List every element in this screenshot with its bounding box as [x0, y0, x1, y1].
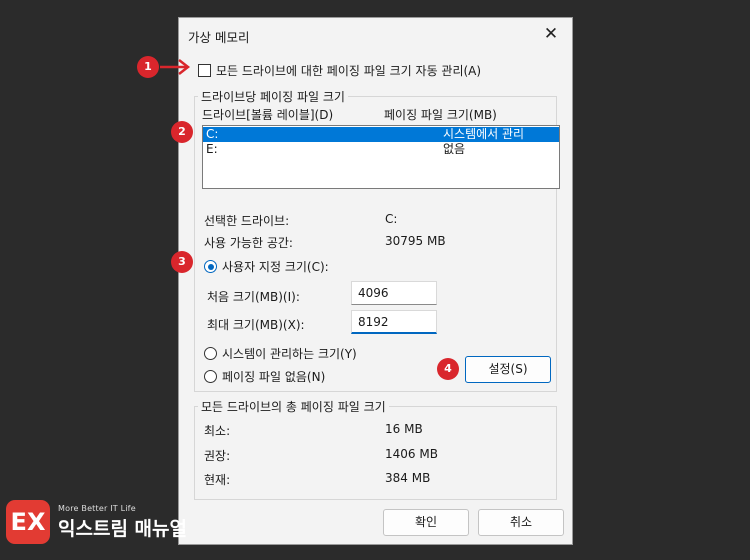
title-bar: 가상 메모리 ✕ [179, 18, 572, 50]
current-value: 384 MB [385, 471, 431, 485]
initial-size-input[interactable]: 4096 [351, 281, 437, 305]
step-badge-1: 1 [137, 56, 159, 78]
drive-size: 없음 [443, 142, 466, 156]
available-space-value: 30795 MB [385, 234, 446, 248]
set-button[interactable]: 설정(S) [465, 356, 551, 383]
radio-indicator[interactable] [204, 370, 217, 383]
drive-name: E: [206, 142, 218, 156]
arrow-right-icon [160, 59, 191, 75]
total-group-title: 모든 드라이브의 총 페이징 파일 크기 [198, 398, 389, 415]
step-badge-4: 4 [437, 358, 459, 380]
total-group: 모든 드라이브의 총 페이징 파일 크기 [194, 398, 557, 500]
column-header-size: 페이징 파일 크기(MB) [384, 108, 497, 122]
available-space-label: 사용 가능한 공간: [204, 236, 293, 250]
system-managed-radio[interactable]: 시스템이 관리하는 크기(Y) [204, 345, 357, 362]
logo-tagline: More Better IT Life [58, 503, 136, 513]
recommended-value: 1406 MB [385, 447, 438, 461]
drive-list[interactable]: C: 시스템에서 관리 E: 없음 [202, 125, 560, 189]
close-icon[interactable]: ✕ [540, 23, 562, 45]
selected-drive-value: C: [385, 212, 398, 226]
dialog-title: 가상 메모리 [188, 30, 250, 45]
drive-name: C: [206, 127, 219, 141]
step-badge-3: 3 [171, 251, 193, 273]
cancel-button[interactable]: 취소 [478, 509, 564, 536]
custom-size-radio[interactable]: 사용자 지정 크기(C): [204, 258, 329, 275]
max-size-input[interactable]: 8192 [351, 310, 437, 334]
watermark-logo: EX More Better IT Life 익스트림 매뉴얼 [6, 500, 187, 544]
ok-button[interactable]: 확인 [383, 509, 469, 536]
step-badge-2: 2 [171, 121, 193, 143]
no-paging-label: 페이징 파일 없음(N) [222, 370, 326, 384]
system-managed-label: 시스템이 관리하는 크기(Y) [222, 347, 357, 361]
max-size-label: 최대 크기(MB)(X): [207, 318, 305, 332]
custom-size-label: 사용자 지정 크기(C): [222, 260, 329, 274]
drive-size: 시스템에서 관리 [443, 127, 525, 141]
checkbox-box[interactable] [198, 64, 211, 77]
selected-drive-label: 선택한 드라이브: [204, 214, 290, 228]
no-paging-radio[interactable]: 페이징 파일 없음(N) [204, 368, 325, 385]
recommended-label: 권장: [204, 449, 231, 463]
radio-indicator[interactable] [204, 347, 217, 360]
virtual-memory-dialog: 가상 메모리 ✕ 모든 드라이브에 대한 페이징 파일 크기 자동 관리(A) … [178, 17, 573, 545]
current-label: 현재: [204, 473, 231, 487]
minimum-label: 최소: [204, 424, 231, 438]
auto-manage-checkbox[interactable]: 모든 드라이브에 대한 페이징 파일 크기 자동 관리(A) [198, 62, 481, 79]
radio-indicator[interactable] [204, 260, 217, 273]
drive-row-e[interactable]: E: 없음 [203, 142, 559, 157]
logo-name: 익스트림 매뉴얼 [58, 517, 187, 540]
initial-size-label: 처음 크기(MB)(I): [207, 290, 300, 304]
column-header-drive: 드라이브[볼륨 레이블](D) [202, 108, 334, 122]
logo-text: More Better IT Life 익스트림 매뉴얼 [58, 504, 187, 541]
per-drive-group-title: 드라이브당 페이징 파일 크기 [198, 88, 348, 105]
drive-row-c[interactable]: C: 시스템에서 관리 [203, 127, 559, 142]
auto-manage-label: 모든 드라이브에 대한 페이징 파일 크기 자동 관리(A) [216, 64, 482, 78]
logo-mark: EX [6, 500, 50, 544]
minimum-value: 16 MB [385, 422, 423, 436]
